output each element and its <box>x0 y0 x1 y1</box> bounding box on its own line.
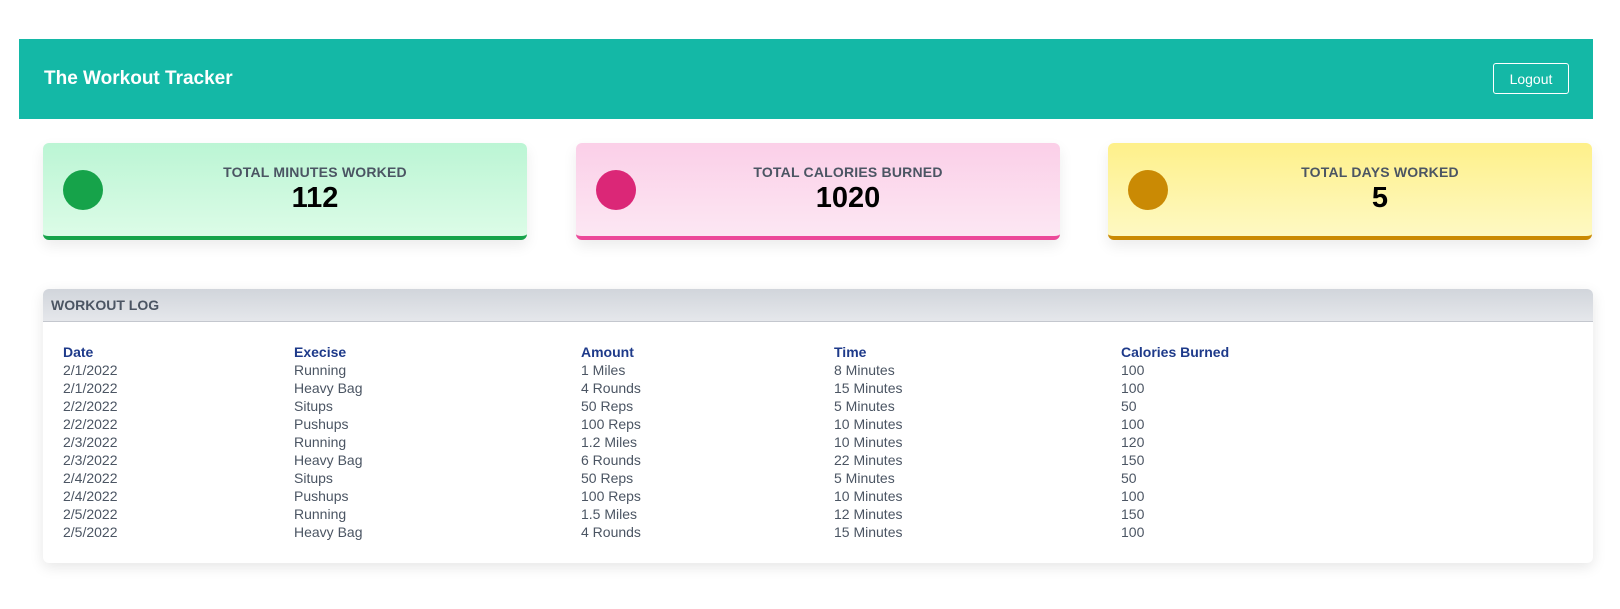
cell-exercise: Heavy Bag <box>294 452 363 468</box>
stat-value: 1020 <box>815 182 881 214</box>
table-row: 2/4/2022 Pushups 100 Reps 10 Minutes 100 <box>63 487 1321 505</box>
cell-time: 10 Minutes <box>834 416 903 432</box>
cell-time: 10 Minutes <box>834 488 903 504</box>
app-header: The Workout Tracker Logout <box>19 39 1593 119</box>
column-header-date: Date <box>63 344 94 360</box>
workout-log-header: WORKOUT LOG <box>43 289 1593 322</box>
cell-exercise: Situps <box>294 398 333 414</box>
stat-value: 5 <box>1371 182 1389 214</box>
cell-calories: 120 <box>1121 434 1145 450</box>
stat-value: 112 <box>291 182 339 214</box>
stat-label: TOTAL MINUTES WORKED <box>223 164 407 180</box>
cell-date: 2/4/2022 <box>63 470 118 486</box>
stat-card-calories: TOTAL CALORIES BURNED 1020 <box>576 143 1060 240</box>
cell-calories: 150 <box>1121 452 1145 468</box>
cell-time: 10 Minutes <box>834 434 903 450</box>
calories-status-dot <box>596 170 636 210</box>
workout-log-title: WORKOUT LOG <box>51 297 160 313</box>
table-row: 2/4/2022 Situps 50 Reps 5 Minutes 50 <box>63 469 1321 487</box>
table-row: 2/5/2022 Heavy Bag 4 Rounds 15 Minutes 100 <box>63 523 1321 541</box>
cell-exercise: Heavy Bag <box>294 380 363 396</box>
table-row: 2/3/2022 Heavy Bag 6 Rounds 22 Minutes 150 <box>63 451 1321 469</box>
workout-log-panel: WORKOUT LOG Date Execise Amount Time Cal… <box>43 289 1593 563</box>
cell-calories: 100 <box>1121 488 1145 504</box>
table-row: 2/2/2022 Pushups 100 Reps 10 Minutes 100 <box>63 415 1321 433</box>
table-row: 2/1/2022 Heavy Bag 4 Rounds 15 Minutes 100 <box>63 379 1321 397</box>
cell-calories: 50 <box>1121 398 1137 414</box>
cell-date: 2/3/2022 <box>63 452 118 468</box>
cell-time: 12 Minutes <box>834 506 903 522</box>
workout-log-body: 2/1/2022 Running 1 Miles 8 Minutes 100 2/1/20… <box>63 361 1321 541</box>
table-row: 2/2/2022 Situps 50 Reps 5 Minutes 50 <box>63 397 1321 415</box>
cell-calories: 150 <box>1121 506 1145 522</box>
cell-amount: 1 Miles <box>581 362 626 378</box>
table-row: 2/3/2022 Running 1.2 Miles 10 Minutes 120 <box>63 433 1321 451</box>
cell-exercise: Pushups <box>294 416 349 432</box>
cell-exercise: Situps <box>294 470 333 486</box>
cell-time: 5 Minutes <box>834 470 895 486</box>
cell-exercise: Heavy Bag <box>294 524 363 540</box>
cell-date: 2/5/2022 <box>63 524 118 540</box>
cell-time: 8 Minutes <box>834 362 895 378</box>
cell-date: 2/2/2022 <box>63 416 118 432</box>
logout-button[interactable]: Logout <box>1493 63 1569 94</box>
cell-exercise: Pushups <box>294 488 349 504</box>
stat-card-text: TOTAL CALORIES BURNED 1020 <box>636 164 1060 215</box>
cell-amount: 4 Rounds <box>581 524 641 540</box>
cell-amount: 1.2 Miles <box>581 434 638 450</box>
cell-date: 2/3/2022 <box>63 434 118 450</box>
cell-time: 15 Minutes <box>834 524 903 540</box>
cell-amount: 100 Reps <box>581 416 641 432</box>
table-row: 2/1/2022 Running 1 Miles 8 Minutes 100 <box>63 361 1321 379</box>
cell-exercise: Running <box>294 434 347 450</box>
cell-time: 5 Minutes <box>834 398 895 414</box>
cell-calories: 100 <box>1121 524 1145 540</box>
column-header-calories: Calories Burned <box>1121 344 1230 360</box>
cell-date: 2/2/2022 <box>63 398 118 414</box>
cell-date: 2/1/2022 <box>63 380 118 396</box>
stat-label: TOTAL DAYS WORKED <box>1301 164 1459 180</box>
cell-amount: 1.5 Miles <box>581 506 638 522</box>
cell-amount: 50 Reps <box>581 398 634 414</box>
days-status-dot <box>1128 170 1168 210</box>
cell-calories: 50 <box>1121 470 1137 486</box>
table-row: 2/5/2022 Running 1.5 Miles 12 Minutes 150 <box>63 505 1321 523</box>
cell-exercise: Running <box>294 362 347 378</box>
app-title: The Workout Tracker <box>44 68 233 89</box>
cell-time: 15 Minutes <box>834 380 903 396</box>
cell-calories: 100 <box>1121 362 1145 378</box>
cell-amount: 50 Reps <box>581 470 634 486</box>
cell-time: 22 Minutes <box>834 452 903 468</box>
table-header-row: Date Execise Amount Time Calories Burned <box>63 343 1321 361</box>
column-header-exercise: Execise <box>294 344 347 360</box>
column-header-amount: Amount <box>581 344 634 360</box>
cell-date: 2/5/2022 <box>63 506 118 522</box>
stat-card-days: TOTAL DAYS WORKED 5 <box>1108 143 1592 240</box>
stat-label: TOTAL CALORIES BURNED <box>753 164 943 180</box>
cell-amount: 6 Rounds <box>581 452 641 468</box>
cell-amount: 100 Reps <box>581 488 641 504</box>
column-header-time: Time <box>834 344 867 360</box>
stat-card-minutes: TOTAL MINUTES WORKED 112 <box>43 143 527 240</box>
cell-date: 2/1/2022 <box>63 362 118 378</box>
cell-date: 2/4/2022 <box>63 488 118 504</box>
cell-amount: 4 Rounds <box>581 380 641 396</box>
cell-calories: 100 <box>1121 380 1145 396</box>
stat-card-text: TOTAL MINUTES WORKED 112 <box>103 164 527 215</box>
stat-card-text: TOTAL DAYS WORKED 5 <box>1168 164 1592 215</box>
minutes-status-dot <box>63 170 103 210</box>
cell-exercise: Running <box>294 506 347 522</box>
cell-calories: 100 <box>1121 416 1145 432</box>
workout-log-table: Date Execise Amount Time Calories Burned… <box>63 343 1321 541</box>
